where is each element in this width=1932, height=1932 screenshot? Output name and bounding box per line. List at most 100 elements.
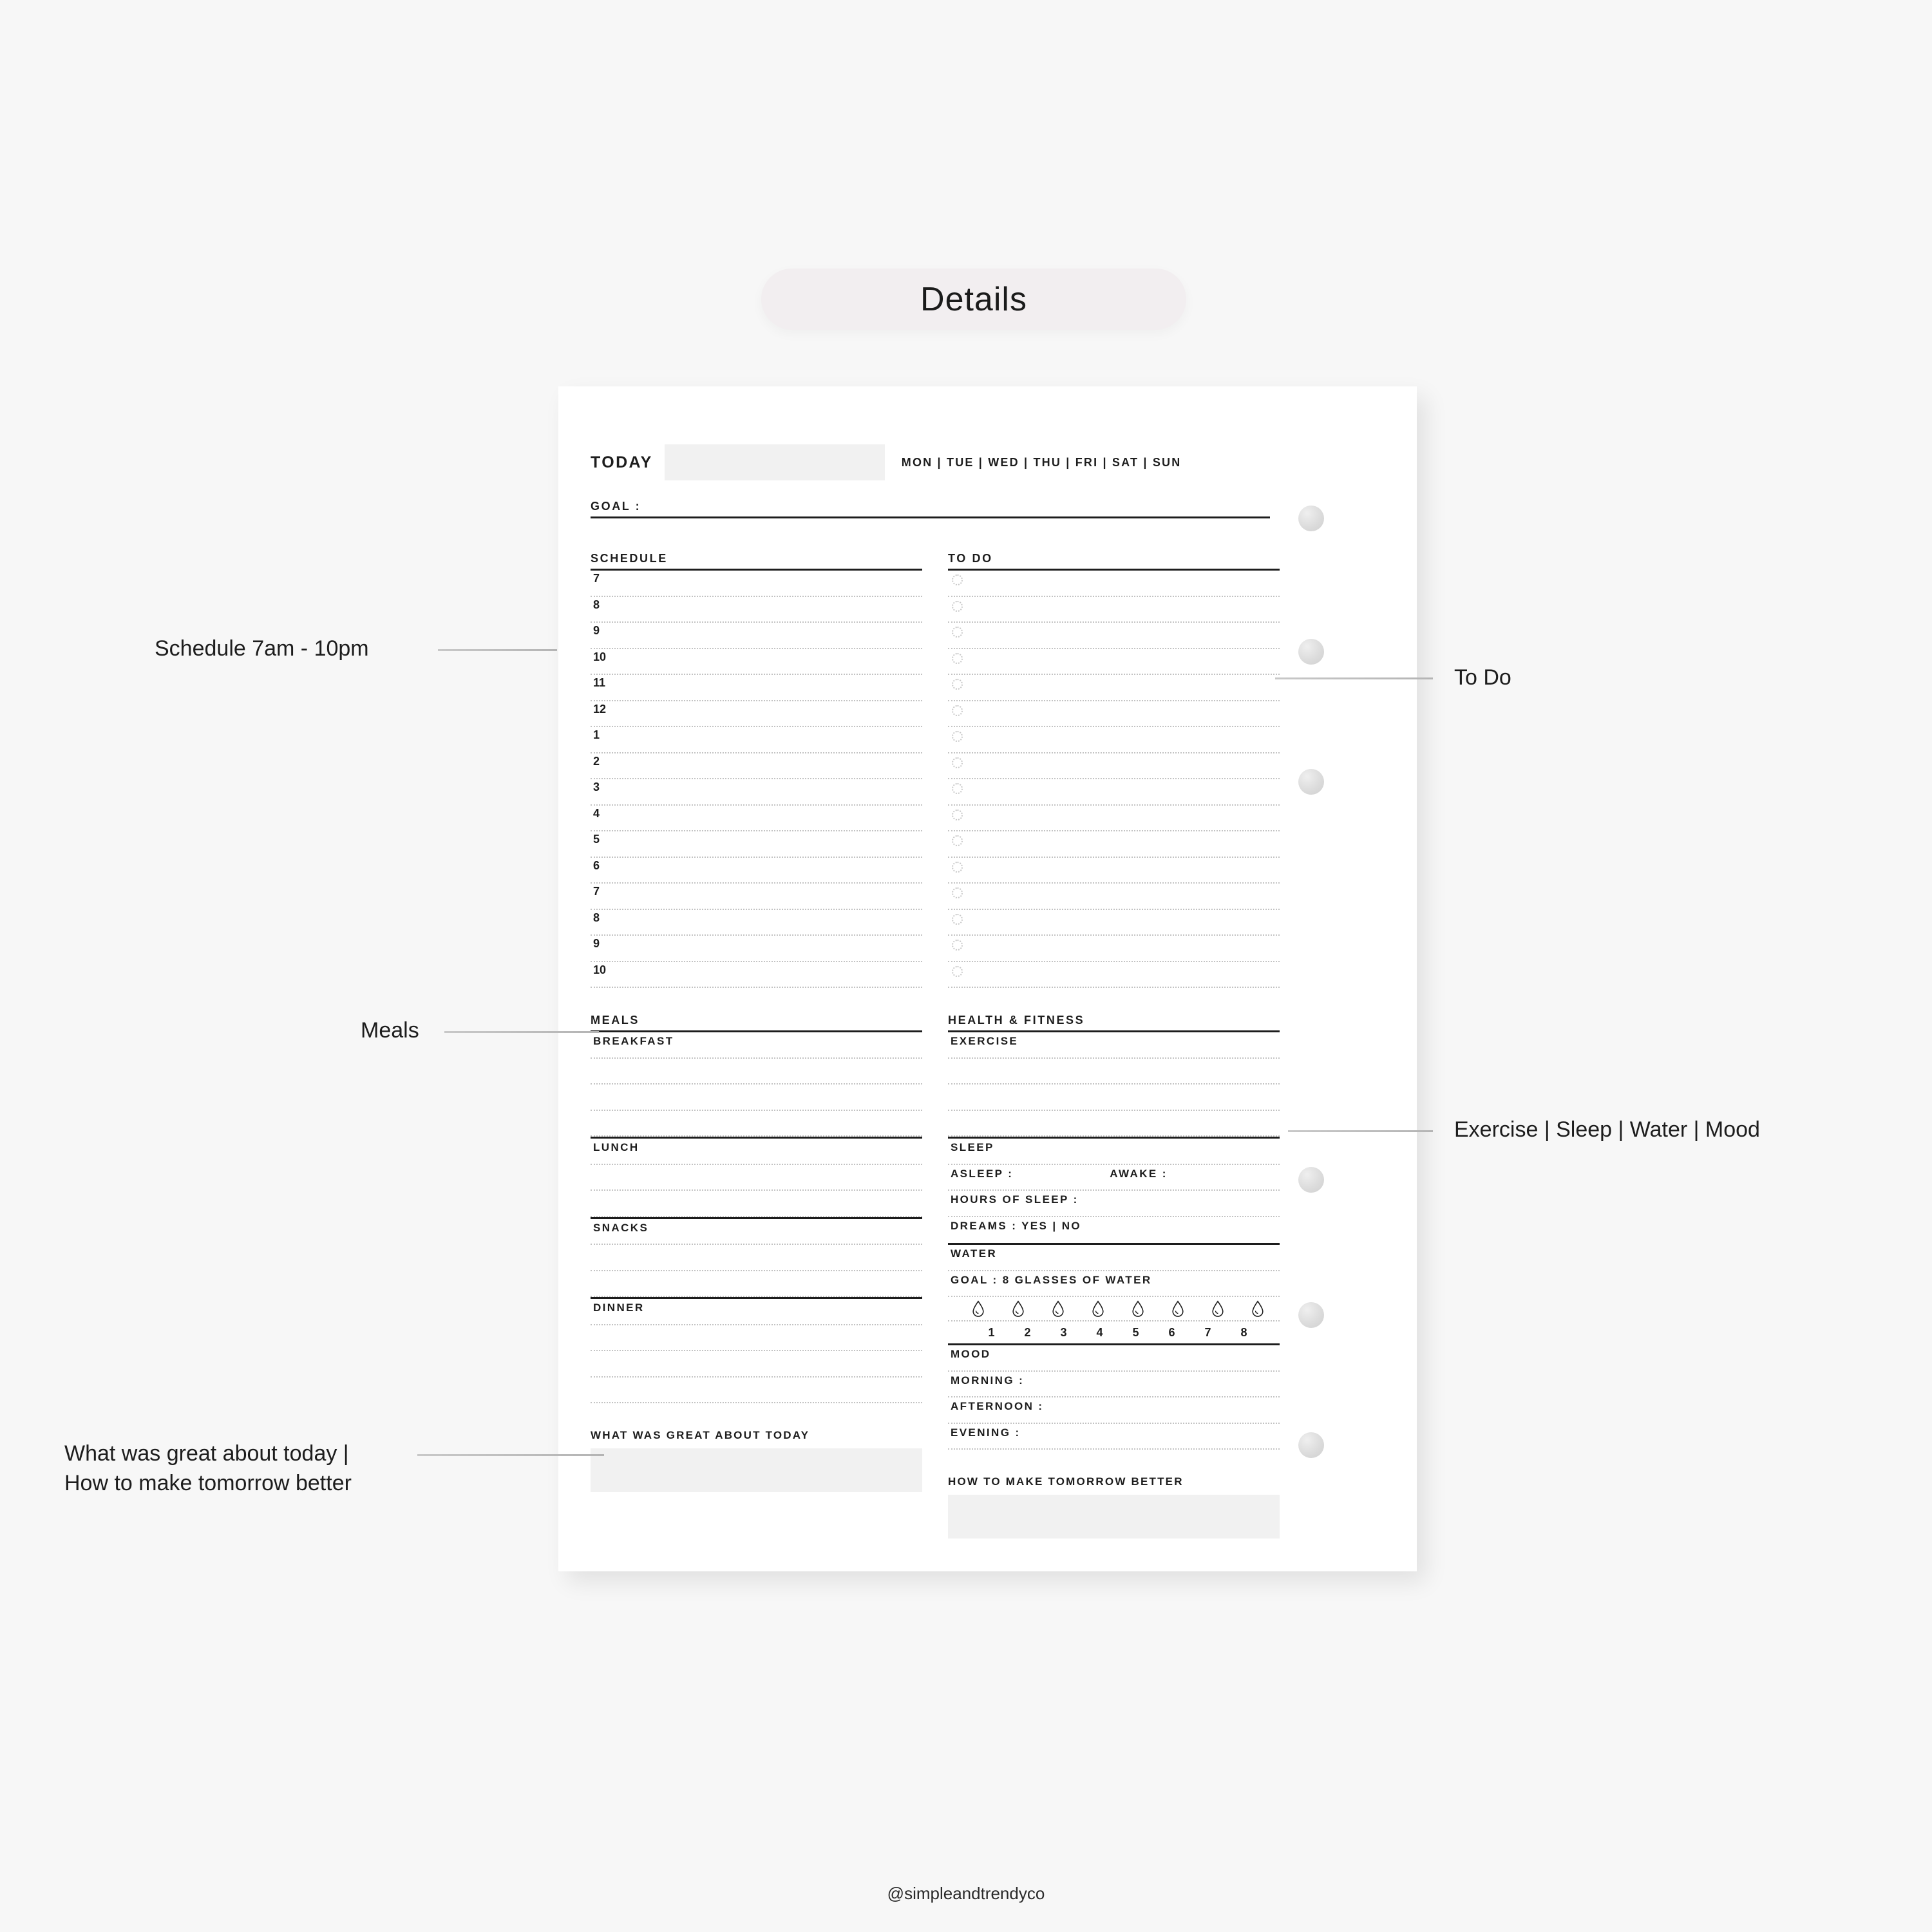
exercise-line[interactable]	[948, 1084, 1280, 1111]
tomorrow-better-field[interactable]	[948, 1495, 1280, 1539]
water-drop-icon[interactable]	[971, 1300, 985, 1317]
water-drop-icon[interactable]	[1251, 1300, 1265, 1317]
circle-outline-icon[interactable]	[952, 965, 963, 977]
water-label: WATER	[948, 1245, 1280, 1271]
dinner-line[interactable]	[591, 1351, 922, 1378]
lunch-line[interactable]	[591, 1165, 922, 1191]
binder-ring-hole	[1298, 1167, 1324, 1193]
water-number-label: 5	[1132, 1325, 1139, 1339]
todo-row[interactable]	[948, 884, 1280, 910]
breakfast-line[interactable]	[591, 1084, 922, 1111]
water-drop-icon[interactable]	[1171, 1300, 1185, 1317]
water-number-label: 8	[1240, 1325, 1247, 1339]
todo-row[interactable]	[948, 962, 1280, 988]
schedule-row[interactable]: 8	[591, 597, 922, 623]
todo-row[interactable]	[948, 571, 1280, 597]
todo-row[interactable]	[948, 675, 1280, 701]
schedule-hour-label: 7	[593, 885, 600, 898]
circle-outline-icon[interactable]	[952, 757, 963, 768]
schedule-row[interactable]: 9	[591, 623, 922, 649]
todo-row[interactable]	[948, 831, 1280, 858]
breakfast-line[interactable]	[591, 1111, 922, 1137]
schedule-row[interactable]: 4	[591, 806, 922, 831]
schedule-row[interactable]: 3	[591, 779, 922, 806]
circle-outline-icon[interactable]	[952, 913, 963, 925]
todo-row[interactable]	[948, 701, 1280, 727]
todo-row[interactable]	[948, 779, 1280, 806]
hours-of-sleep-label[interactable]: HOURS OF SLEEP :	[948, 1191, 1280, 1217]
circle-outline-icon[interactable]	[952, 835, 963, 846]
schedule-row[interactable]: 2	[591, 753, 922, 779]
schedule-row[interactable]: 7	[591, 884, 922, 910]
water-drop-icon[interactable]	[1091, 1300, 1105, 1317]
schedule-row[interactable]: 7	[591, 571, 922, 597]
exercise-line[interactable]	[948, 1111, 1280, 1137]
todo-row[interactable]	[948, 753, 1280, 779]
annotation-meals: Meals	[361, 1018, 419, 1043]
lunch-line[interactable]	[591, 1191, 922, 1217]
annotation-notes-line2: How to make tomorrow better	[64, 1470, 352, 1495]
schedule-row[interactable]: 10	[591, 962, 922, 988]
evening-mood-label[interactable]: EVENING :	[948, 1424, 1280, 1450]
snacks-line[interactable]	[591, 1245, 922, 1271]
breakfast-line[interactable]	[591, 1059, 922, 1084]
circle-outline-icon[interactable]	[952, 887, 963, 898]
todo-row[interactable]	[948, 727, 1280, 753]
weekday-selector[interactable]: MON | TUE | WED | THU | FRI | SAT | SUN	[902, 456, 1182, 469]
circle-outline-icon[interactable]	[952, 627, 963, 638]
today-date-field[interactable]	[664, 444, 885, 480]
goal-write-area[interactable]	[591, 518, 1280, 552]
circle-outline-icon[interactable]	[952, 652, 963, 664]
great-today-field[interactable]	[591, 1448, 922, 1492]
todo-row[interactable]	[948, 806, 1280, 831]
dreams-label[interactable]: DREAMS : YES | NO	[948, 1217, 1280, 1244]
schedule-row[interactable]: 12	[591, 701, 922, 727]
schedule-hour-label: 1	[593, 728, 600, 741]
leader-line-notes	[417, 1454, 604, 1456]
circle-outline-icon[interactable]	[952, 940, 963, 951]
todo-row[interactable]	[948, 936, 1280, 962]
right-column: TO DO HEALTH & FITNESS EXERCISE SLEEP AS…	[948, 552, 1280, 1539]
schedule-hour-label: 4	[593, 806, 600, 820]
circle-outline-icon[interactable]	[952, 705, 963, 716]
schedule-row[interactable]: 10	[591, 649, 922, 675]
dinner-line[interactable]	[591, 1325, 922, 1351]
todo-row[interactable]	[948, 649, 1280, 675]
exercise-line[interactable]	[948, 1059, 1280, 1084]
schedule-row[interactable]: 8	[591, 910, 922, 936]
page-title: Details	[920, 280, 1027, 318]
circle-outline-icon[interactable]	[952, 600, 963, 612]
snacks-line[interactable]	[591, 1271, 922, 1297]
water-drop-row[interactable]	[948, 1297, 1280, 1321]
exercise-label: EXERCISE	[948, 1032, 1280, 1059]
circle-outline-icon[interactable]	[952, 731, 963, 742]
dinner-line[interactable]	[591, 1378, 922, 1403]
todo-section-title: TO DO	[948, 552, 993, 565]
afternoon-mood-label[interactable]: AFTERNOON :	[948, 1397, 1280, 1424]
water-drop-icon[interactable]	[1131, 1300, 1145, 1317]
todo-row[interactable]	[948, 910, 1280, 936]
todo-row[interactable]	[948, 623, 1280, 649]
water-number-row: 1 2 3 4 5 6 7 8	[948, 1321, 1280, 1343]
circle-outline-icon[interactable]	[952, 809, 963, 820]
todo-row[interactable]	[948, 597, 1280, 623]
water-drop-icon[interactable]	[1211, 1300, 1225, 1317]
water-number-label: 4	[1096, 1325, 1103, 1339]
schedule-row[interactable]: 9	[591, 936, 922, 962]
morning-mood-label[interactable]: MORNING :	[948, 1372, 1280, 1397]
schedule-rows: 7 8 9 10 11 12 1 2 3 4 5 6 7 8 9 10	[591, 571, 922, 988]
asleep-awake-row[interactable]: ASLEEP : AWAKE :	[948, 1165, 1280, 1191]
schedule-row[interactable]: 5	[591, 831, 922, 858]
schedule-row[interactable]: 1	[591, 727, 922, 753]
todo-row[interactable]	[948, 858, 1280, 884]
circle-outline-icon[interactable]	[952, 574, 963, 585]
tomorrow-better-label: HOW TO MAKE TOMORROW BETTER	[948, 1475, 1184, 1488]
circle-outline-icon[interactable]	[952, 679, 963, 690]
water-drop-icon[interactable]	[1051, 1300, 1065, 1317]
water-drop-icon[interactable]	[1011, 1300, 1025, 1317]
schedule-row[interactable]: 11	[591, 675, 922, 701]
schedule-row[interactable]: 6	[591, 858, 922, 884]
circle-outline-icon[interactable]	[952, 861, 963, 873]
annotation-todo: To Do	[1454, 665, 1511, 690]
circle-outline-icon[interactable]	[952, 783, 963, 794]
